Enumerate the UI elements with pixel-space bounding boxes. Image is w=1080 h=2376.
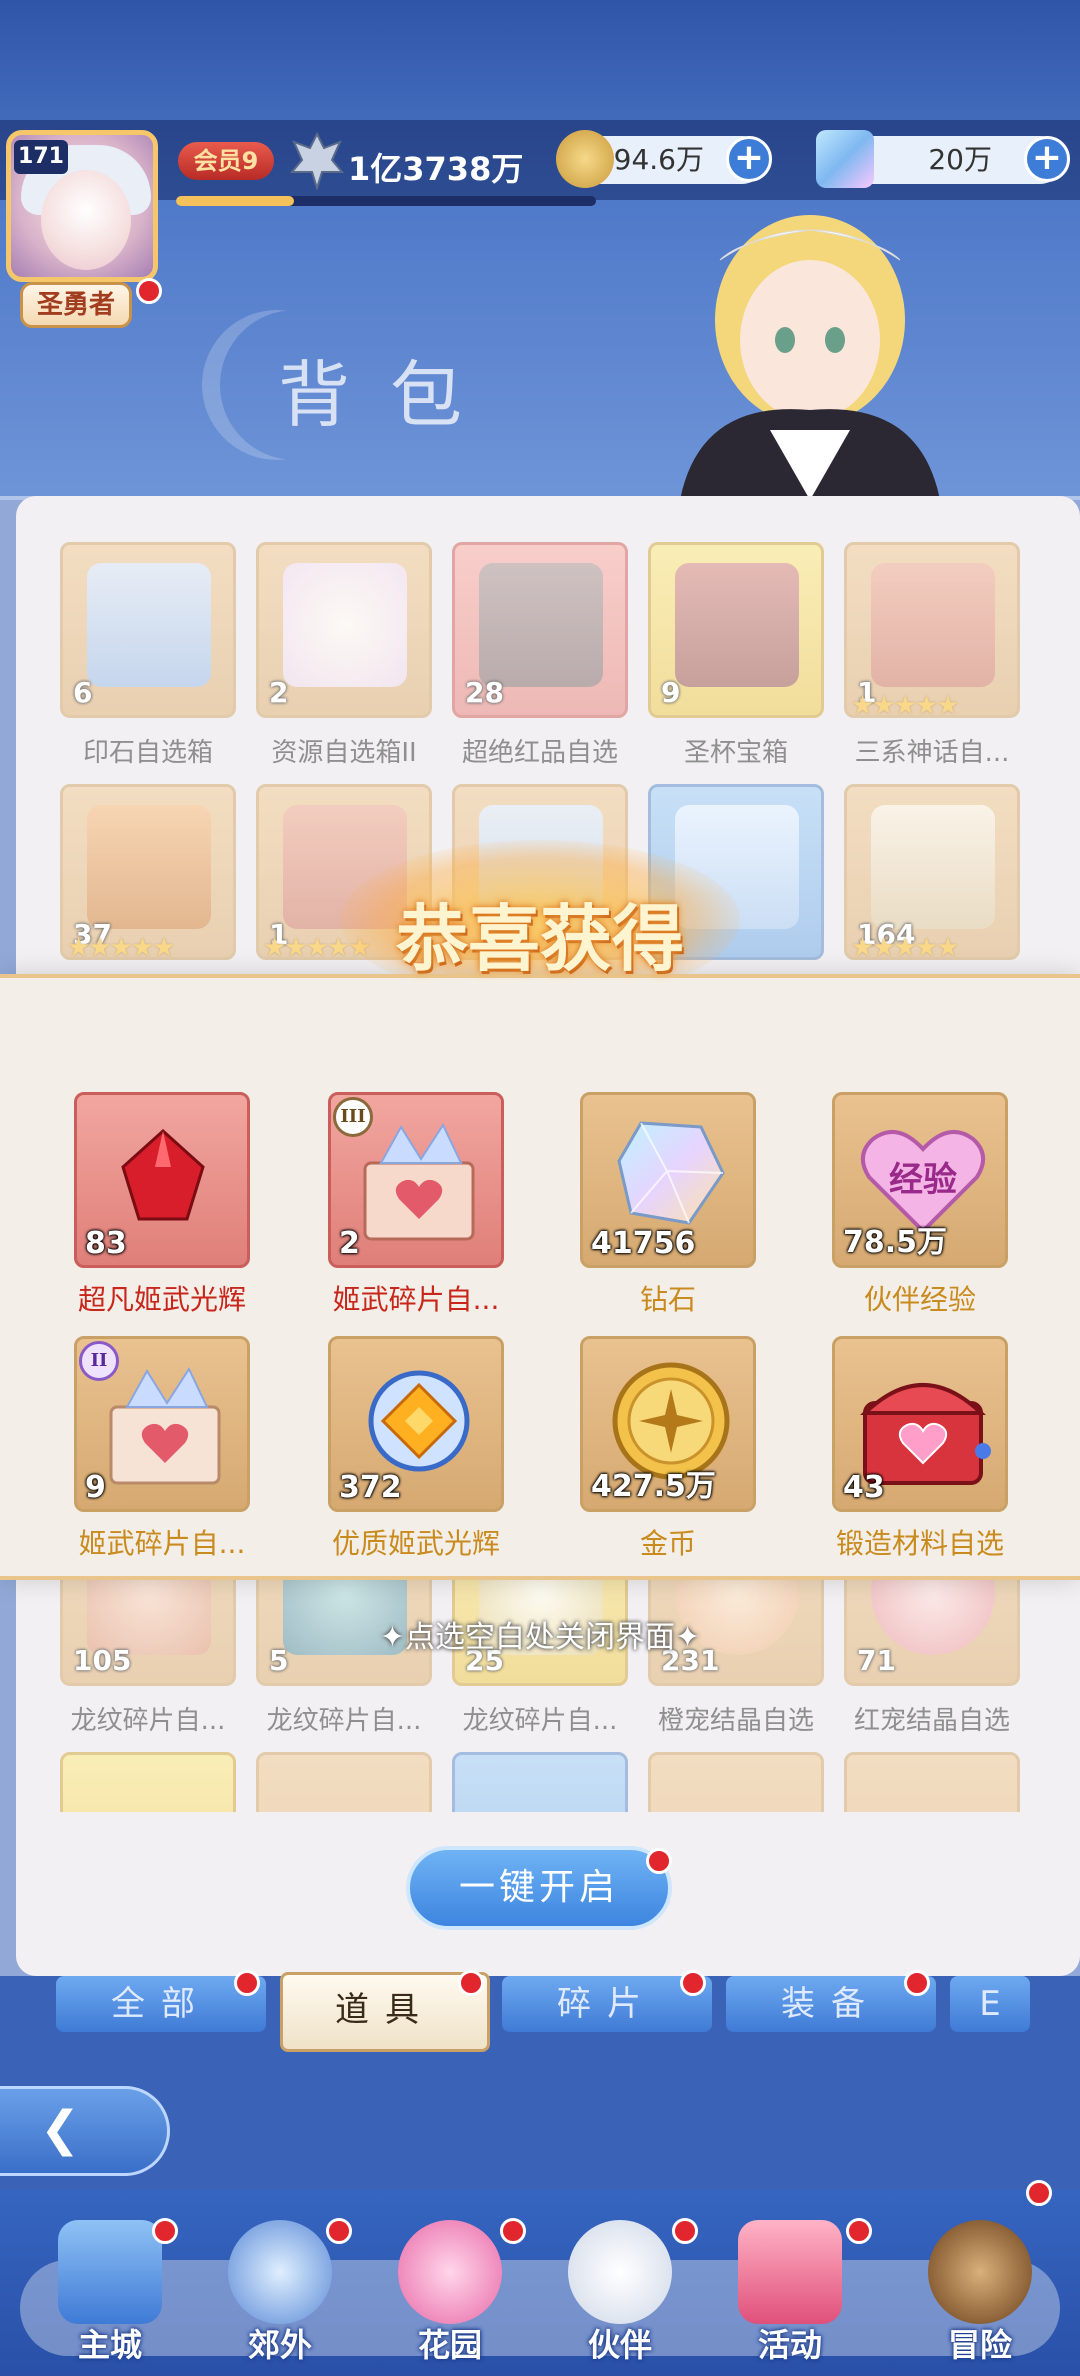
sparkle-icon: ✦ bbox=[675, 1620, 701, 1655]
add-gold-button[interactable]: + bbox=[726, 136, 772, 182]
reward-label: 金币 bbox=[639, 1527, 696, 1560]
player-level: 171 bbox=[14, 140, 68, 174]
open-all-button[interactable]: 一键开启 bbox=[406, 1846, 672, 1930]
reward-item[interactable]: 经验 78.5万 bbox=[832, 1092, 1008, 1268]
character-illustration bbox=[680, 215, 940, 500]
combat-power-icon bbox=[290, 132, 344, 190]
reward-label: 优质姬武光辉 bbox=[331, 1527, 500, 1560]
diamond-resource: 20万 + bbox=[816, 130, 1070, 188]
notification-dot bbox=[680, 1970, 706, 1996]
notification-dot bbox=[152, 2218, 178, 2244]
heart-icon bbox=[398, 2220, 502, 2324]
sparkle-icon: ✦ bbox=[379, 1620, 405, 1655]
close-hint: ✦点选空白处关闭界面✦ bbox=[379, 1620, 701, 1655]
orange-gem-icon bbox=[368, 1370, 470, 1472]
reward-label: 锻造材料自选 bbox=[835, 1527, 1004, 1560]
diamond-icon bbox=[617, 1121, 725, 1225]
back-button[interactable]: ❮ bbox=[0, 2086, 170, 2176]
notification-dot bbox=[234, 1970, 260, 1996]
reward-label: 姬武碎片自... bbox=[78, 1527, 246, 1560]
heart-box-icon bbox=[363, 1122, 475, 1241]
experience-bar bbox=[176, 196, 596, 206]
reward-label: 姬武碎片自... bbox=[332, 1283, 500, 1316]
player-title-badge[interactable]: 圣勇者 bbox=[20, 282, 132, 328]
diamond-value: 20万 bbox=[928, 143, 992, 176]
notification-dot bbox=[500, 2218, 526, 2244]
notification-dot bbox=[672, 2218, 698, 2244]
reward-item[interactable]: 83 bbox=[74, 1092, 250, 1268]
reward-item[interactable]: II 9 bbox=[74, 1336, 250, 1512]
reward-item[interactable]: 372 bbox=[328, 1336, 504, 1512]
reward-item[interactable]: 427.5万 bbox=[580, 1336, 756, 1512]
combat-power-value: 1亿3738万 bbox=[348, 150, 524, 188]
back-arrow-icon: ❮ bbox=[40, 2101, 81, 2157]
reward-item[interactable]: 43 bbox=[832, 1336, 1008, 1512]
notification-dot bbox=[326, 2218, 352, 2244]
notification-dot bbox=[904, 1970, 930, 1996]
svg-text:经验: 经验 bbox=[889, 1160, 957, 1200]
red-gem-icon bbox=[121, 1128, 205, 1221]
gold-coin-icon bbox=[556, 130, 614, 188]
heart-box-icon bbox=[109, 1366, 221, 1485]
castle-icon bbox=[58, 2220, 162, 2324]
page-title: 背包 bbox=[278, 353, 503, 437]
diamond-icon bbox=[816, 130, 874, 188]
reward-label: 钻石 bbox=[639, 1283, 696, 1316]
reward-item[interactable]: III 2 bbox=[328, 1092, 504, 1268]
notification-dot bbox=[646, 1848, 672, 1874]
compass-icon bbox=[928, 2220, 1032, 2324]
gold-resource: 4894.6万 + bbox=[556, 130, 772, 188]
reward-dialog-title: 恭喜获得 bbox=[395, 896, 684, 981]
notification-dot bbox=[846, 2218, 872, 2244]
star-compass-icon bbox=[228, 2220, 332, 2324]
notification-dot bbox=[1026, 2180, 1052, 2206]
reward-label: 超凡姬武光辉 bbox=[77, 1283, 246, 1316]
notification-dot bbox=[136, 278, 162, 304]
gift-icon bbox=[738, 2220, 842, 2324]
nav-adventure[interactable]: 冒险 bbox=[900, 2210, 1060, 2370]
notification-dot bbox=[458, 1970, 484, 1996]
partner-avatar-icon bbox=[568, 2220, 672, 2324]
vip-badge[interactable]: 会员9 bbox=[178, 142, 274, 180]
add-diamond-button[interactable]: + bbox=[1024, 136, 1070, 182]
reward-item[interactable]: 41756 bbox=[580, 1092, 756, 1268]
tab-more[interactable]: E bbox=[950, 1976, 1030, 2032]
reward-label: 伙伴经验 bbox=[863, 1283, 976, 1316]
category-tabs: 全部 道具 碎片 装备 E bbox=[0, 1970, 1080, 2086]
